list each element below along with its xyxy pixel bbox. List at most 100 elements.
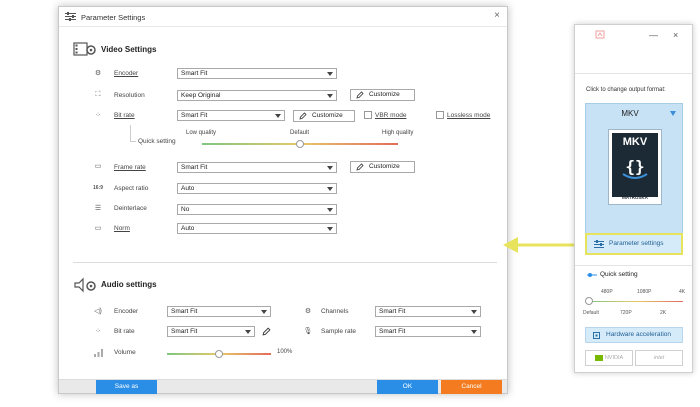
resolution-icon: ⛶ <box>95 91 101 98</box>
audio-bitrate-label: Bit rate <box>114 328 135 335</box>
audio-bitrate-select[interactable]: Smart Fit <box>167 326 255 337</box>
pencil-icon <box>356 91 364 99</box>
low-quality-label: Low quality <box>186 130 217 136</box>
parameter-settings-dialog: Parameter Settings × Video Settings ⚙ En… <box>58 6 508 394</box>
app-logo-icon <box>595 30 605 39</box>
svg-text:{}: {} <box>625 157 644 176</box>
output-format-panel: — × Click to change output format: MKV M… <box>574 24 693 373</box>
encoder-icon: ⚙ <box>94 70 102 77</box>
quick-setting-label: Quick setting <box>138 138 176 145</box>
deinterlace-select[interactable]: No <box>177 204 337 215</box>
screen: Parameter Settings × Video Settings ⚙ En… <box>0 0 700 407</box>
dialog-title: Parameter Settings <box>81 13 146 22</box>
video-bitrate-label: Bit rate <box>114 112 135 119</box>
tick-2k: 2K <box>660 310 667 316</box>
output-format-value: MKV <box>621 109 639 118</box>
chip-icon <box>593 332 600 339</box>
intel-label: intel <box>653 355 665 361</box>
quick-setting-slider-icon <box>587 273 597 277</box>
deinterlace-label: Deinterlace <box>114 205 147 212</box>
parameter-settings-button[interactable]: Parameter settings <box>585 233 683 255</box>
video-settings-icon <box>73 42 96 56</box>
volume-level-icon <box>94 349 103 357</box>
video-bitrate-select[interactable]: Smart Fit <box>177 110 285 121</box>
hardware-acceleration-label: Hardware acceleration <box>606 331 672 338</box>
default-quality-label: Default <box>290 130 310 136</box>
channels-select[interactable]: Smart Fit <box>375 306 481 317</box>
pencil-icon <box>299 112 307 120</box>
channels-icon: ⚙ <box>304 308 312 315</box>
audio-encoder-select[interactable]: Smart Fit <box>167 306 271 317</box>
panel-quick-slider-thumb[interactable] <box>585 297 593 305</box>
dialog-close-icon[interactable]: × <box>494 11 500 21</box>
aspect-ratio-icon: 16:9 <box>92 185 103 191</box>
vbr-mode-label[interactable]: VBR mode <box>375 112 406 119</box>
tick-4k: 4K <box>679 289 686 295</box>
audio-bitrate-pencil-icon[interactable] <box>262 327 271 336</box>
norm-select[interactable]: Auto <box>177 223 337 234</box>
quality-slider-thumb[interactable] <box>296 140 304 148</box>
bitrate-icon: ⁘ <box>95 112 101 119</box>
high-quality-label: High quality <box>382 130 414 136</box>
dialog-footer: Save as OK Cancel <box>59 379 507 394</box>
quick-setting-connector <box>130 125 131 141</box>
pencil-icon <box>356 163 364 171</box>
quick-setting-connector-h <box>130 141 136 142</box>
nvidia-chip[interactable]: NVIDIA <box>585 350 633 366</box>
audio-settings-icon <box>74 277 96 293</box>
intel-chip[interactable]: intel <box>635 350 683 366</box>
resolution-customize-button[interactable]: Customize <box>350 89 415 101</box>
tick-480p: 480P <box>601 289 613 295</box>
lossless-mode-checkbox[interactable] <box>436 111 444 119</box>
frame-rate-select[interactable]: Smart Fit <box>177 162 337 173</box>
video-encoder-select[interactable]: Smart Fit <box>177 68 337 79</box>
deinterlace-icon: ☰ <box>94 205 102 212</box>
frame-rate-icon: ▭ <box>94 163 102 170</box>
resolution-label: Resolution <box>114 92 145 99</box>
mkv-format-logo: MKV {} MATROŠKA <box>608 129 662 205</box>
video-settings-heading: Video Settings <box>101 45 157 54</box>
output-format-selector[interactable]: MKV MKV {} MATROŠKA <box>585 103 683 237</box>
sample-rate-select[interactable]: Smart Fit <box>375 326 481 337</box>
lossless-mode-label[interactable]: Lossless mode <box>447 112 490 119</box>
panel-minimize-icon[interactable]: — <box>649 31 658 40</box>
section-divider <box>73 262 497 263</box>
panel-divider <box>575 265 692 266</box>
nvidia-logo-icon <box>594 354 603 361</box>
vbr-mode-checkbox[interactable] <box>364 111 372 119</box>
tick-720p: 720P <box>620 310 632 316</box>
frame-rate-label: Frame rate <box>114 164 146 171</box>
parameter-settings-label: Parameter settings <box>609 240 664 247</box>
bitrate-customize-button[interactable]: Customize <box>293 110 355 122</box>
callout-arrow-icon <box>503 237 574 253</box>
format-dropdown-arrow-icon[interactable] <box>670 111 676 116</box>
audio-encoder-label: Encoder <box>114 308 139 315</box>
save-as-button[interactable]: Save as <box>96 380 157 394</box>
panel-close-icon[interactable]: × <box>673 31 678 40</box>
panel-divider <box>575 73 692 74</box>
tick-default: Default <box>583 310 599 316</box>
ok-button[interactable]: OK <box>377 380 438 394</box>
cancel-button[interactable]: Cancel <box>441 380 502 394</box>
resolution-select[interactable]: Keep Original <box>177 90 337 101</box>
volume-label: Volume <box>114 349 136 356</box>
hardware-acceleration-button[interactable]: Hardware acceleration <box>585 327 683 343</box>
sample-rate-label: Sample rate <box>321 328 357 335</box>
volume-slider-thumb[interactable] <box>215 350 223 358</box>
volume-value: 100% <box>277 349 293 355</box>
norm-label: Norm <box>114 225 130 232</box>
audio-encoder-icon: ◁) <box>94 308 102 315</box>
resolution-customize-label: Customize <box>369 91 400 98</box>
frame-rate-customize-label: Customize <box>369 163 400 170</box>
tick-1080p: 1080P <box>637 289 652 295</box>
norm-icon: ▭ <box>94 225 102 232</box>
frame-rate-customize-button[interactable]: Customize <box>350 161 415 173</box>
audio-bitrate-icon: ⁘ <box>95 328 101 335</box>
matroska-label: MATROŠKA <box>622 195 648 200</box>
panel-quick-setting-label: Quick setting <box>600 271 638 278</box>
change-format-label: Click to change output format: <box>586 87 666 93</box>
panel-quick-slider-track[interactable] <box>589 301 683 302</box>
audio-settings-heading: Audio settings <box>101 280 157 289</box>
aspect-ratio-select[interactable]: Auto <box>177 183 337 194</box>
bitrate-customize-label: Customize <box>312 112 343 119</box>
